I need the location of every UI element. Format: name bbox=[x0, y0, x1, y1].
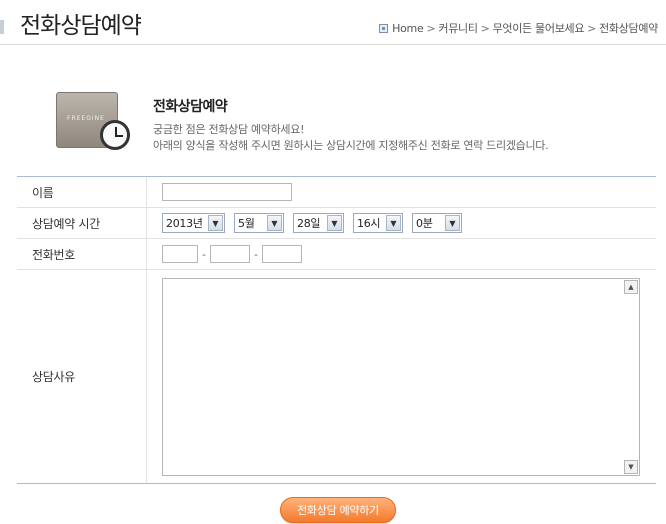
hour-select-value: 16시 bbox=[357, 217, 381, 230]
intro-line-1: 궁금한 점은 전화상담 예약하세요! bbox=[153, 123, 305, 136]
month-select-value: 5월 bbox=[238, 217, 255, 230]
name-label: 이름 bbox=[17, 177, 147, 207]
day-select-value: 28일 bbox=[297, 217, 321, 230]
chevron-down-icon[interactable]: ▼ bbox=[327, 215, 342, 231]
row-reservation-time: 상담예약 시간 2013년 ▼ 5월 ▼ 28일 ▼ 16시 ▼ 0분 ▼ bbox=[17, 208, 656, 239]
reason-textarea[interactable]: ▲ ▼ bbox=[162, 277, 640, 476]
chevron-down-icon[interactable]: ▼ bbox=[445, 215, 460, 231]
intro-heading: 전화상담예약 bbox=[153, 99, 228, 115]
breadcrumb: Home > 커뮤니티 > 무엇이든 물어보세요 > 전화상담예약 bbox=[379, 20, 658, 36]
scroll-up-arrow-icon[interactable]: ▲ bbox=[624, 279, 638, 294]
row-name: 이름 bbox=[17, 177, 656, 208]
breadcrumb-separator: > bbox=[426, 21, 436, 35]
intro-line-2: 아래의 양식을 작성해 주시면 원하시는 상담시간에 지정해주신 전화로 연락 … bbox=[153, 139, 549, 152]
year-select[interactable]: 2013년 ▼ bbox=[162, 213, 225, 233]
breadcrumb-ask-anything[interactable]: 무엇이든 물어보세요 bbox=[493, 20, 585, 36]
breadcrumb-home[interactable]: Home bbox=[392, 22, 424, 35]
reservation-form: 이름 상담예약 시간 2013년 ▼ 5월 ▼ 28일 ▼ 16시 ▼ 0분 ▼… bbox=[17, 176, 656, 484]
phone-label: 전화번호 bbox=[17, 239, 147, 269]
phone-dash: - bbox=[253, 247, 258, 261]
left-edge-strip bbox=[0, 20, 4, 34]
phone-input-2[interactable] bbox=[209, 245, 250, 263]
chevron-down-icon[interactable]: ▼ bbox=[208, 215, 223, 231]
alarm-clock-icon bbox=[100, 120, 130, 150]
row-reason: 상담사유 ▲ ▼ bbox=[17, 270, 656, 483]
page-title: 전화상담예약 bbox=[20, 13, 142, 39]
minute-select-value: 0분 bbox=[416, 217, 433, 230]
home-icon bbox=[379, 23, 389, 33]
breadcrumb-separator: > bbox=[587, 21, 597, 35]
phone-input-1[interactable] bbox=[162, 245, 198, 263]
chevron-down-icon[interactable]: ▼ bbox=[267, 215, 282, 231]
time-label: 상담예약 시간 bbox=[17, 208, 147, 238]
laptop-logo-text: FREEGINE bbox=[67, 115, 105, 122]
laptop-clock-illustration: FREEGINE bbox=[52, 82, 132, 156]
day-select[interactable]: 28일 ▼ bbox=[293, 213, 344, 233]
row-phone: 전화번호 - - bbox=[17, 239, 656, 270]
reason-label: 상담사유 bbox=[17, 270, 147, 483]
name-input[interactable] bbox=[162, 183, 292, 201]
year-select-value: 2013년 bbox=[166, 217, 203, 230]
breadcrumb-separator: > bbox=[480, 21, 490, 35]
scroll-down-arrow-icon[interactable]: ▼ bbox=[624, 459, 638, 474]
breadcrumb-community[interactable]: 커뮤니티 bbox=[438, 20, 478, 36]
month-select[interactable]: 5월 ▼ bbox=[234, 213, 284, 233]
chevron-down-icon[interactable]: ▼ bbox=[386, 215, 401, 231]
submit-reservation-button[interactable]: 전화상담 예약하기 bbox=[280, 497, 396, 523]
hour-select[interactable]: 16시 ▼ bbox=[353, 213, 403, 233]
breadcrumb-current: 전화상담예약 bbox=[599, 22, 658, 35]
header-divider bbox=[0, 44, 666, 45]
minute-select[interactable]: 0분 ▼ bbox=[412, 213, 462, 233]
phone-input-3[interactable] bbox=[261, 245, 302, 263]
phone-dash: - bbox=[202, 247, 206, 261]
